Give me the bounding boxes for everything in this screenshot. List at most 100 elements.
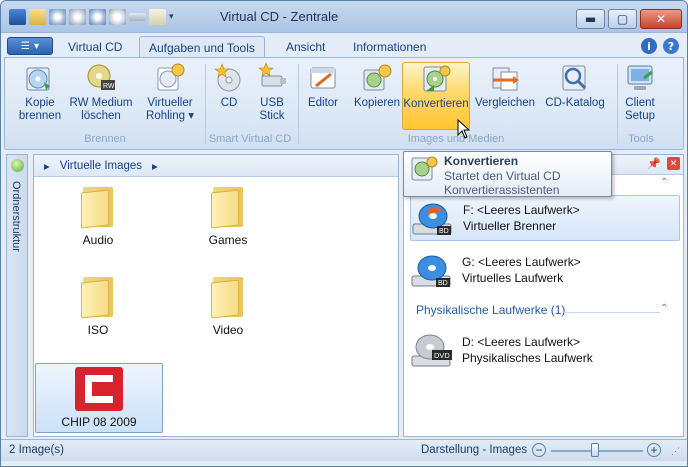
sidebar-label: Ordnerstruktur	[10, 181, 22, 252]
client-setup-button[interactable]: Client Setup	[619, 62, 661, 130]
physical-drives-header: Physikalische Laufwerke (1)	[416, 303, 566, 317]
copy-image-icon	[361, 62, 393, 94]
group-separator	[298, 64, 299, 144]
tab-ansicht[interactable]: Ansicht	[277, 36, 334, 58]
view-mode-label: Darstellung - Images	[421, 444, 528, 456]
disc-icon[interactable]	[89, 9, 106, 25]
window-title: Virtual CD - Zentrale	[220, 9, 339, 24]
tooltip-line: Startet den Virtual CD	[444, 169, 561, 183]
info-icon[interactable]: i	[641, 38, 657, 54]
kopie-brennen-button[interactable]: Kopie brennen	[15, 62, 65, 130]
svg-text:DVD: DVD	[434, 351, 450, 360]
folder-icon	[211, 185, 245, 229]
application-menu-button[interactable]: ☰ ▾	[7, 37, 53, 55]
rw-disc-icon: RW	[85, 62, 117, 94]
tab-informationen[interactable]: Informationen	[344, 36, 435, 58]
group-label-smart-virtual-cd: Smart Virtual CD	[208, 133, 292, 145]
breadcrumb-arrow-icon[interactable]: ▸	[152, 159, 158, 173]
cd-katalog-button[interactable]: CD-Katalog	[543, 62, 607, 130]
convert-icon	[420, 63, 452, 95]
ribbon-panel: Kopie brennen RW RW Medium löschen Virtu…	[4, 57, 684, 150]
usb-star-icon	[256, 62, 288, 94]
mouse-cursor-icon	[457, 119, 471, 139]
resize-grip-icon[interactable]: ⋰	[671, 446, 680, 457]
tooltip-title: Konvertieren	[444, 154, 519, 168]
folder-icon	[81, 185, 115, 229]
folder-item[interactable]: Games	[168, 185, 288, 253]
bd-drive-icon: BD	[410, 250, 454, 290]
vergleichen-button[interactable]: Vergleichen	[473, 62, 537, 130]
minimize-button[interactable]: ▬	[576, 9, 605, 29]
editor-icon	[307, 62, 339, 94]
folder-tree-collapsed-panel[interactable]: Ordnerstruktur	[6, 154, 28, 437]
status-ball-icon	[11, 159, 24, 172]
zoom-slider-thumb[interactable]	[591, 443, 600, 457]
drive-item-d[interactable]: DVD D: <Leeres Laufwerk> Physikalisches L…	[410, 327, 680, 373]
maximize-button[interactable]: ▢	[608, 9, 637, 29]
breadcrumb-item[interactable]: Virtuelle Images	[60, 160, 142, 172]
folder-item[interactable]: ISO	[38, 275, 158, 343]
collapse-chevron-icon[interactable]: ⌃	[660, 177, 668, 188]
svg-text:BD: BD	[438, 280, 448, 287]
group-label-tools: Tools	[628, 133, 654, 145]
compare-icon	[489, 62, 521, 94]
group-label-images-und-medien: Images und Medien	[407, 133, 505, 145]
dvd-drive-icon: DVD	[410, 330, 454, 370]
tab-aufgaben-und-tools[interactable]: Aufgaben und Tools	[139, 36, 265, 59]
catalog-icon	[559, 62, 591, 94]
kopieren-button[interactable]: Kopieren	[352, 62, 402, 130]
status-bar: 2 Image(s) Darstellung - Images − + ⋰	[1, 439, 687, 461]
breadcrumb-arrow-icon[interactable]: ▸	[44, 159, 50, 173]
bd-burner-icon: BD	[411, 198, 455, 238]
breadcrumb: ▸ Virtuelle Images ▸	[34, 155, 398, 177]
group-label-brennen: Brennen	[84, 133, 126, 145]
chip-logo-icon	[75, 367, 123, 411]
app-icon[interactable]	[9, 9, 26, 25]
disc-copy-icon	[24, 62, 56, 94]
image-item-selected[interactable]: CHIP 08 2009	[35, 363, 163, 433]
zoom-slider[interactable]	[551, 443, 643, 457]
cd-star-icon	[213, 62, 245, 94]
drive-item-g[interactable]: BD G: <Leeres Laufwerk> Virtuelles Laufwe…	[410, 247, 680, 293]
group-separator	[205, 64, 206, 144]
collapse-chevron-icon[interactable]: ⌃	[660, 303, 668, 314]
disc-icon[interactable]	[69, 9, 86, 25]
usb-stick-button[interactable]: USB Stick	[253, 62, 291, 130]
main-window: ▾ Virtual CD - Zentrale ▬ ▢ ✕ ☰ ▾ Virtual…	[0, 0, 688, 467]
tooltip-icon	[410, 155, 440, 185]
folder-item[interactable]: Video	[168, 275, 288, 343]
tab-virtual-cd[interactable]: Virtual CD	[59, 36, 131, 58]
virtueller-rohling-button[interactable]: Virtueller Rohling ▾	[141, 62, 199, 130]
folder-item[interactable]: Audio	[38, 185, 158, 253]
zoom-out-icon[interactable]: −	[532, 443, 546, 457]
pin-icon[interactable]: 📌	[647, 157, 661, 170]
close-button[interactable]: ✕	[640, 9, 682, 29]
usb-icon[interactable]	[129, 13, 146, 21]
disc-icon[interactable]	[49, 9, 66, 25]
folder-icon	[81, 275, 115, 319]
folder-icon[interactable]	[29, 9, 46, 25]
close-icon[interactable]: ✕	[667, 157, 680, 170]
zoom-in-icon[interactable]: +	[647, 443, 661, 457]
editor-button[interactable]: Editor	[302, 62, 344, 130]
drive-item-f[interactable]: BD F: <Leeres Laufwerk> Virtueller Brenne…	[410, 195, 680, 241]
blank-disc-icon	[154, 62, 186, 94]
ribbon-tabs: ☰ ▾ Virtual CD Aufgaben und Tools Ansicht…	[1, 34, 687, 59]
chevron-down-icon: ▾	[33, 40, 39, 52]
edit-icon[interactable]	[149, 9, 166, 25]
svg-text:BD: BD	[439, 228, 449, 235]
folder-icon	[211, 275, 245, 319]
rw-medium-loeschen-button[interactable]: RW RW Medium löschen	[68, 62, 134, 130]
title-bar: ▾ Virtual CD - Zentrale ▬ ▢ ✕	[1, 1, 687, 33]
group-separator	[617, 64, 618, 144]
svg-text:RW: RW	[103, 83, 115, 90]
help-icon[interactable]: ?	[663, 38, 679, 54]
image-browser-panel: ▸ Virtuelle Images ▸ Audio Games ISO Vid…	[33, 154, 399, 437]
qat-dropdown-icon[interactable]: ▾	[169, 12, 179, 22]
tooltip-line: Konvertierassistenten	[444, 183, 560, 197]
disc-icon[interactable]	[109, 9, 126, 25]
cd-button[interactable]: CD	[210, 62, 248, 130]
client-setup-icon	[624, 62, 656, 94]
menu-lines-icon: ☰	[21, 40, 30, 52]
konvertieren-tooltip: Konvertieren Startet den Virtual CD Konv…	[403, 151, 612, 197]
